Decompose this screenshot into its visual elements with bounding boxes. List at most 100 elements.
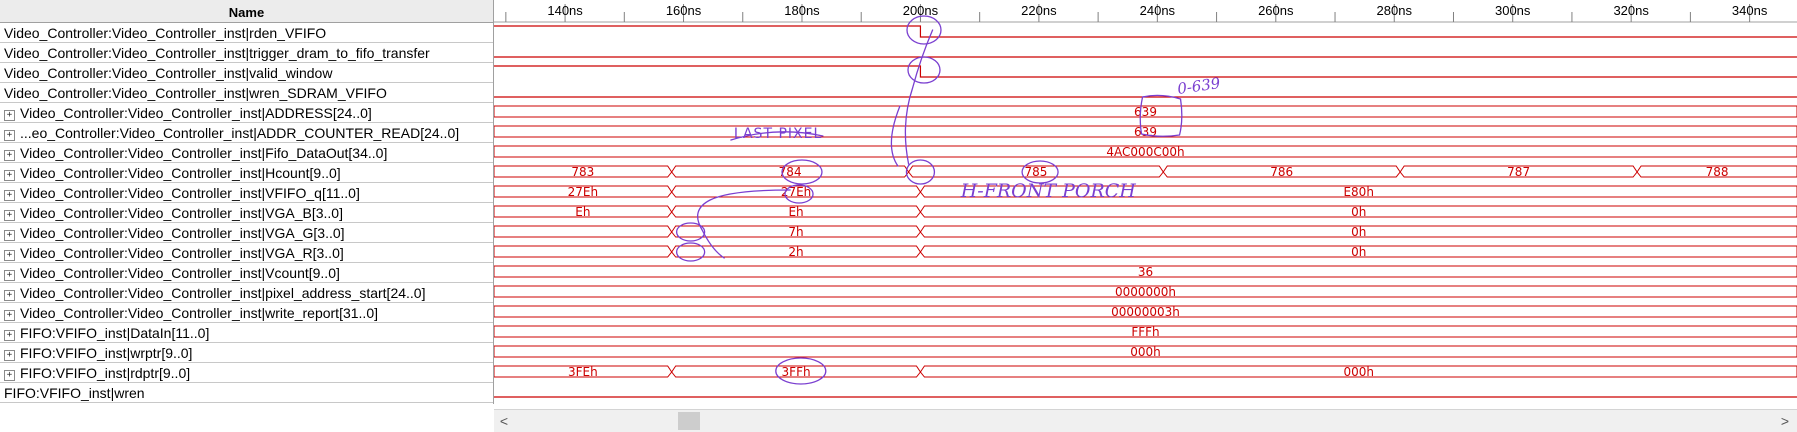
range-annotation: 0-639 xyxy=(1176,74,1222,98)
bus-value-label: 36 xyxy=(1138,265,1153,279)
signal-name-row[interactable]: + Video_Controller:Video_Controller_inst|… xyxy=(0,263,493,283)
signal-name-row[interactable]: FIFO:VFIFO_inst|wren xyxy=(0,383,493,403)
bus-value-label: 4AC000C00h xyxy=(1106,145,1184,159)
signal-name-label: Video_Controller:Video_Controller_inst|v… xyxy=(4,65,333,81)
signal-name-row[interactable]: + FIFO:VFIFO_inst|wrptr[9..0] xyxy=(0,343,493,363)
name-panel-footer xyxy=(0,404,493,431)
expand-plus-icon[interactable]: + xyxy=(4,190,15,201)
signal-name-label: FIFO:VFIFO_inst|rdptr[9..0] xyxy=(20,365,191,381)
front-porch-annotation: H-FRONT PORCH xyxy=(960,180,1137,202)
signal-name-row[interactable]: + Video_Controller:Video_Controller_inst|… xyxy=(0,183,493,203)
time-label: 240ns xyxy=(1140,3,1176,18)
signal-name-row[interactable]: + Video_Controller:Video_Controller_inst|… xyxy=(0,203,493,223)
signal-name-row[interactable]: + Video_Controller:Video_Controller_inst|… xyxy=(0,143,493,163)
signal-name-label: Video_Controller:Video_Controller_inst|V… xyxy=(20,245,344,261)
signal-name-row[interactable]: + ...eo_Controller:Video_Controller_inst|… xyxy=(0,123,493,143)
signal-name-row[interactable]: Video_Controller:Video_Controller_inst|v… xyxy=(0,63,493,83)
signal-name-label: Video_Controller:Video_Controller_inst|t… xyxy=(4,45,430,61)
expand-plus-icon[interactable]: + xyxy=(4,330,15,341)
signal-name-label: FIFO:VFIFO_inst|wrptr[9..0] xyxy=(20,345,193,361)
signal-name-label: Video_Controller:Video_Controller_inst|A… xyxy=(20,105,372,121)
signal-name-row[interactable]: Video_Controller:Video_Controller_inst|w… xyxy=(0,83,493,103)
signal-name-row[interactable]: + Video_Controller:Video_Controller_inst|… xyxy=(0,243,493,263)
signal-name-label: FIFO:VFIFO_inst|wren xyxy=(4,385,145,401)
bus-value-label: 000h xyxy=(1130,345,1161,359)
signal-name-row[interactable]: + Video_Controller:Video_Controller_inst|… xyxy=(0,103,493,123)
expand-plus-icon[interactable]: + xyxy=(4,150,15,161)
signal-name-label: Video_Controller:Video_Controller_inst|V… xyxy=(20,265,340,281)
time-label: 160ns xyxy=(666,3,702,18)
signal-name-row[interactable]: + Video_Controller:Video_Controller_inst|… xyxy=(0,163,493,183)
expand-plus-icon[interactable]: + xyxy=(4,290,15,301)
bus-value-label: FFFh xyxy=(1131,325,1159,339)
expand-plus-icon[interactable]: + xyxy=(4,310,15,321)
name-column-header[interactable]: Name xyxy=(0,0,493,23)
expand-plus-icon[interactable]: + xyxy=(4,110,15,121)
signal-name-label: Video_Controller:Video_Controller_inst|w… xyxy=(4,85,387,101)
signal-name-label: Video_Controller:Video_Controller_inst|H… xyxy=(20,165,341,181)
signal-name-row[interactable]: + Video_Controller:Video_Controller_inst|… xyxy=(0,303,493,323)
bus-segment xyxy=(494,245,673,258)
time-label: 320ns xyxy=(1613,3,1649,18)
waveform-canvas[interactable]: 140ns 160ns 180ns 200ns 220ns 240ns 260ns 280ns… xyxy=(494,0,1797,404)
time-label: 180ns xyxy=(784,3,820,18)
time-label: 220ns xyxy=(1021,3,1057,18)
bus-value-label: 2h xyxy=(788,245,803,259)
bus-value-label: 0h xyxy=(1351,245,1366,259)
bus-value-label: Eh xyxy=(788,205,803,219)
bus-value-label: 0h xyxy=(1351,205,1366,219)
bus-value-label: 788 xyxy=(1706,165,1729,179)
expand-plus-icon[interactable]: + xyxy=(4,170,15,181)
circle-mark xyxy=(907,56,941,84)
horizontal-scrollbar[interactable]: < > xyxy=(494,409,1797,432)
scroll-right-arrow-icon[interactable]: > xyxy=(1777,410,1793,432)
signal-name-label: Video_Controller:Video_Controller_inst|r… xyxy=(4,25,327,41)
bus-segment xyxy=(494,225,673,238)
signal-name-panel: Name Video_Controller:Video_Controller_i… xyxy=(0,0,494,404)
bus-value-label: 787 xyxy=(1507,165,1530,179)
signal-name-label: ...eo_Controller:Video_Controller_inst|A… xyxy=(20,125,460,141)
bus-value-label: Eh xyxy=(575,205,590,219)
expand-plus-icon[interactable]: + xyxy=(4,270,15,281)
digital-waveform xyxy=(494,65,1797,78)
time-label: 300ns xyxy=(1495,3,1531,18)
bus-value-label: 785 xyxy=(1024,165,1047,179)
signal-name-label: Video_Controller:Video_Controller_inst|V… xyxy=(20,185,360,201)
signal-name-label: Video_Controller:Video_Controller_inst|F… xyxy=(20,145,388,161)
scroll-left-arrow-icon[interactable]: < xyxy=(496,410,512,432)
waveform-panel[interactable]: 140ns 160ns 180ns 200ns 220ns 240ns 260ns 280ns… xyxy=(494,0,1797,404)
expand-plus-icon[interactable]: + xyxy=(4,130,15,141)
circle-mark xyxy=(905,159,936,185)
bus-value-label: 639 xyxy=(1134,105,1157,119)
signal-list: Video_Controller:Video_Controller_inst|r… xyxy=(0,23,493,403)
expand-plus-icon[interactable]: + xyxy=(4,250,15,261)
bus-value-label: 3FEh xyxy=(568,365,598,379)
digital-waveform xyxy=(494,25,1797,38)
bus-value-label: 000h xyxy=(1343,365,1374,379)
signal-name-label: Video_Controller:Video_Controller_inst|V… xyxy=(20,225,345,241)
signal-name-row[interactable]: + Video_Controller:Video_Controller_inst|… xyxy=(0,223,493,243)
signal-name-row[interactable]: + FIFO:VFIFO_inst|rdptr[9..0] xyxy=(0,363,493,383)
connector-arrow xyxy=(696,189,791,259)
bus-value-label: 7h xyxy=(788,225,803,239)
bus-value-label: E80h xyxy=(1343,185,1373,199)
signal-name-row[interactable]: + FIFO:VFIFO_inst|DataIn[11..0] xyxy=(0,323,493,343)
scroll-thumb[interactable] xyxy=(678,412,700,430)
bus-value-label: 00000003h xyxy=(1111,305,1180,319)
expand-plus-icon[interactable]: + xyxy=(4,230,15,241)
bus-value-label: 783 xyxy=(571,165,594,179)
signal-name-label: FIFO:VFIFO_inst|DataIn[11..0] xyxy=(20,325,210,341)
signal-name-row[interactable]: Video_Controller:Video_Controller_inst|r… xyxy=(0,23,493,43)
bus-value-label: 786 xyxy=(1270,165,1293,179)
time-label: 340ns xyxy=(1732,3,1768,18)
signal-name-label: Video_Controller:Video_Controller_inst|w… xyxy=(20,305,378,321)
bus-value-label: 0h xyxy=(1351,225,1366,239)
signal-name-row[interactable]: Video_Controller:Video_Controller_inst|t… xyxy=(0,43,493,63)
time-label: 140ns xyxy=(547,3,583,18)
expand-plus-icon[interactable]: + xyxy=(4,210,15,221)
expand-plus-icon[interactable]: + xyxy=(4,350,15,361)
signal-name-row[interactable]: + Video_Controller:Video_Controller_inst|… xyxy=(0,283,493,303)
expand-plus-icon[interactable]: + xyxy=(4,370,15,381)
bus-value-label: 0000000h xyxy=(1115,285,1176,299)
time-label: 280ns xyxy=(1377,3,1413,18)
